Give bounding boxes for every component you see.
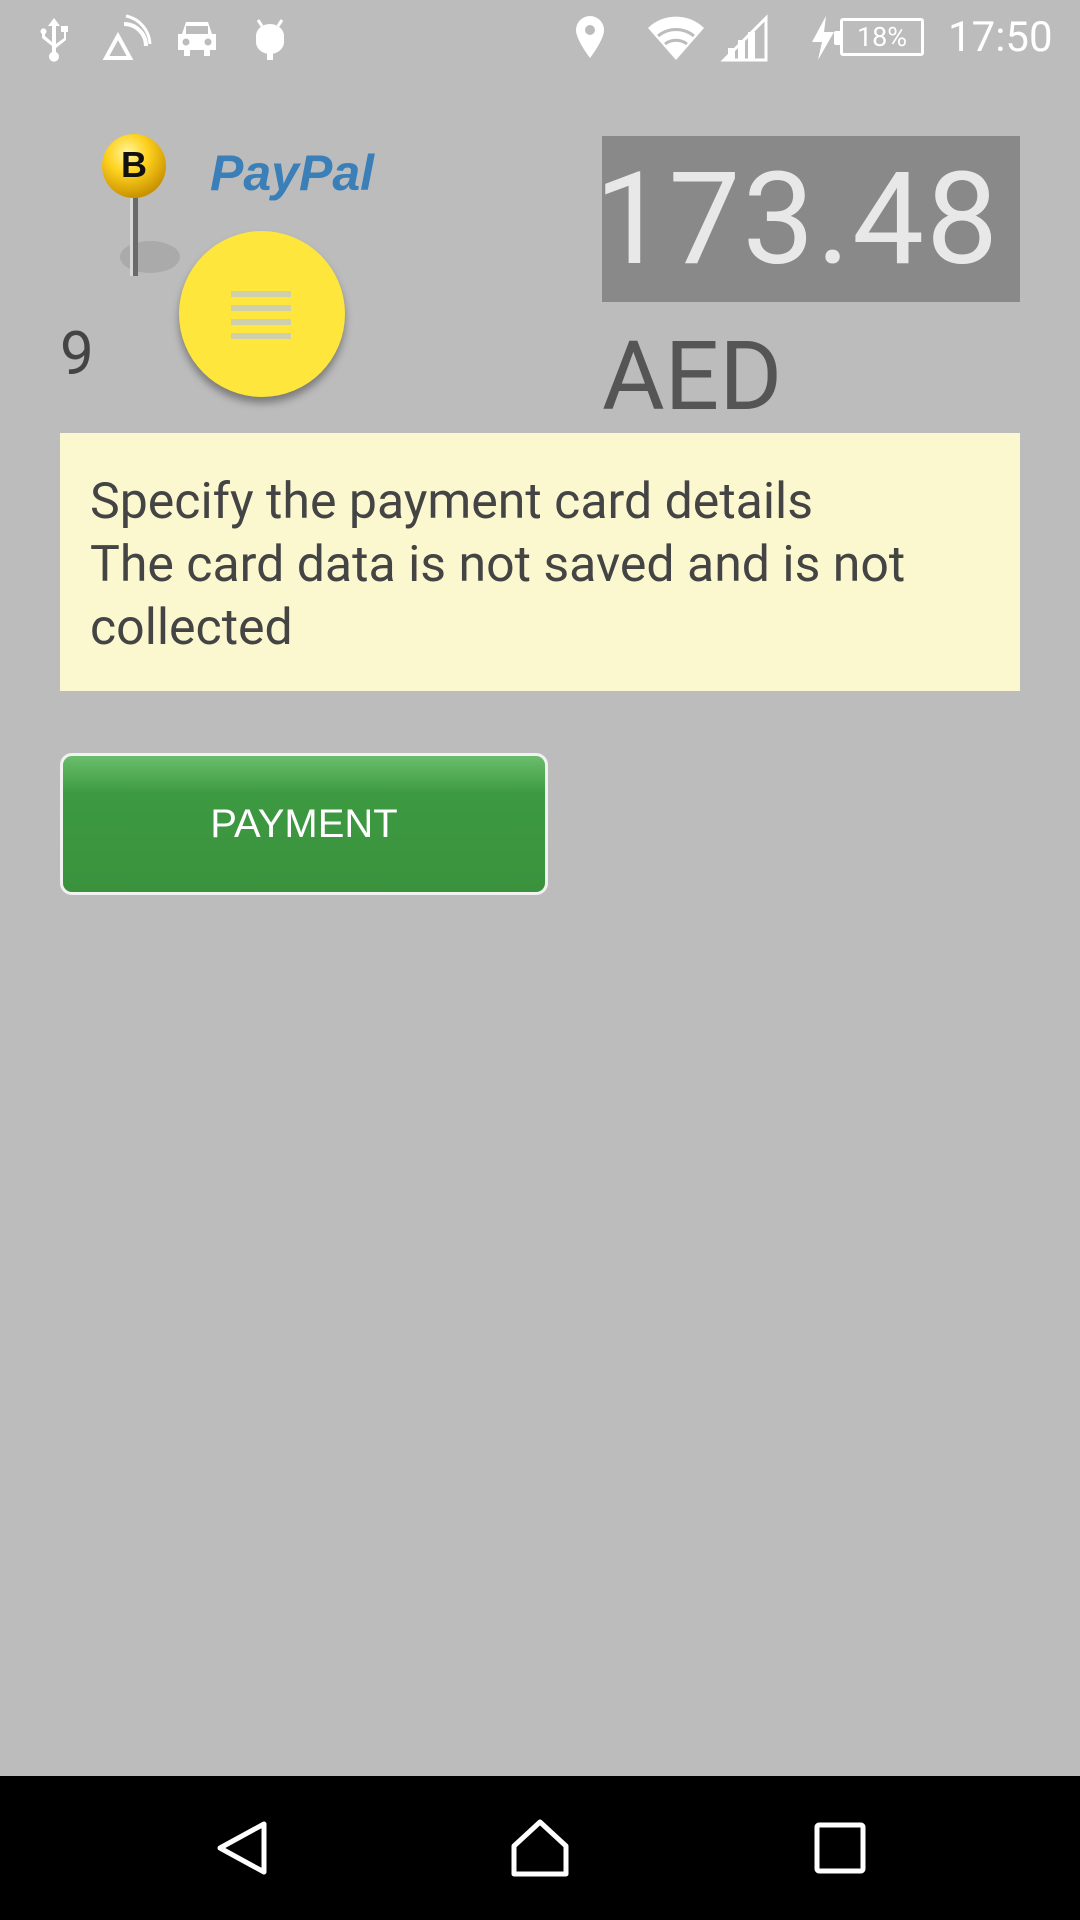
home-icon bbox=[511, 1819, 569, 1877]
clock: 17:50 bbox=[948, 13, 1053, 62]
amount-display: 173.48 bbox=[595, 136, 1020, 302]
battery-level: 18% bbox=[856, 21, 908, 53]
signal-icon bbox=[720, 14, 770, 62]
wifi-icon bbox=[646, 14, 706, 62]
status-bar: 18% 17:50 bbox=[0, 0, 1080, 75]
info-line-2: The card data is not saved and is not co… bbox=[90, 536, 906, 657]
pin-letter: B bbox=[121, 144, 147, 185]
info-panel: Specify the payment card details The car… bbox=[60, 433, 1020, 691]
item-count: 9 bbox=[60, 318, 94, 389]
recents-button[interactable] bbox=[760, 1776, 920, 1920]
back-icon bbox=[217, 1821, 267, 1875]
location-icon bbox=[572, 14, 608, 62]
back-button[interactable] bbox=[162, 1776, 322, 1920]
menu-button[interactable] bbox=[179, 231, 345, 397]
battery-indicator: 18% bbox=[834, 18, 924, 56]
recents-icon bbox=[814, 1822, 866, 1874]
usb-icon bbox=[34, 14, 74, 62]
payment-button[interactable]: PAYMENT bbox=[60, 753, 548, 895]
home-button[interactable] bbox=[460, 1776, 620, 1920]
menu-icon bbox=[231, 291, 291, 347]
map-pin-icon: B bbox=[100, 132, 200, 292]
android-debug-icon bbox=[250, 14, 290, 62]
paypal-logo: PayPal bbox=[210, 145, 375, 201]
currency-label: AED bbox=[602, 321, 783, 433]
charging-icon bbox=[810, 14, 836, 62]
amount-value: 173.48 bbox=[594, 145, 1000, 295]
navigation-bar bbox=[0, 1776, 1080, 1920]
wifi-tethering-icon bbox=[100, 14, 152, 62]
info-line-1: Specify the payment card details bbox=[90, 473, 813, 531]
car-icon bbox=[174, 14, 220, 62]
